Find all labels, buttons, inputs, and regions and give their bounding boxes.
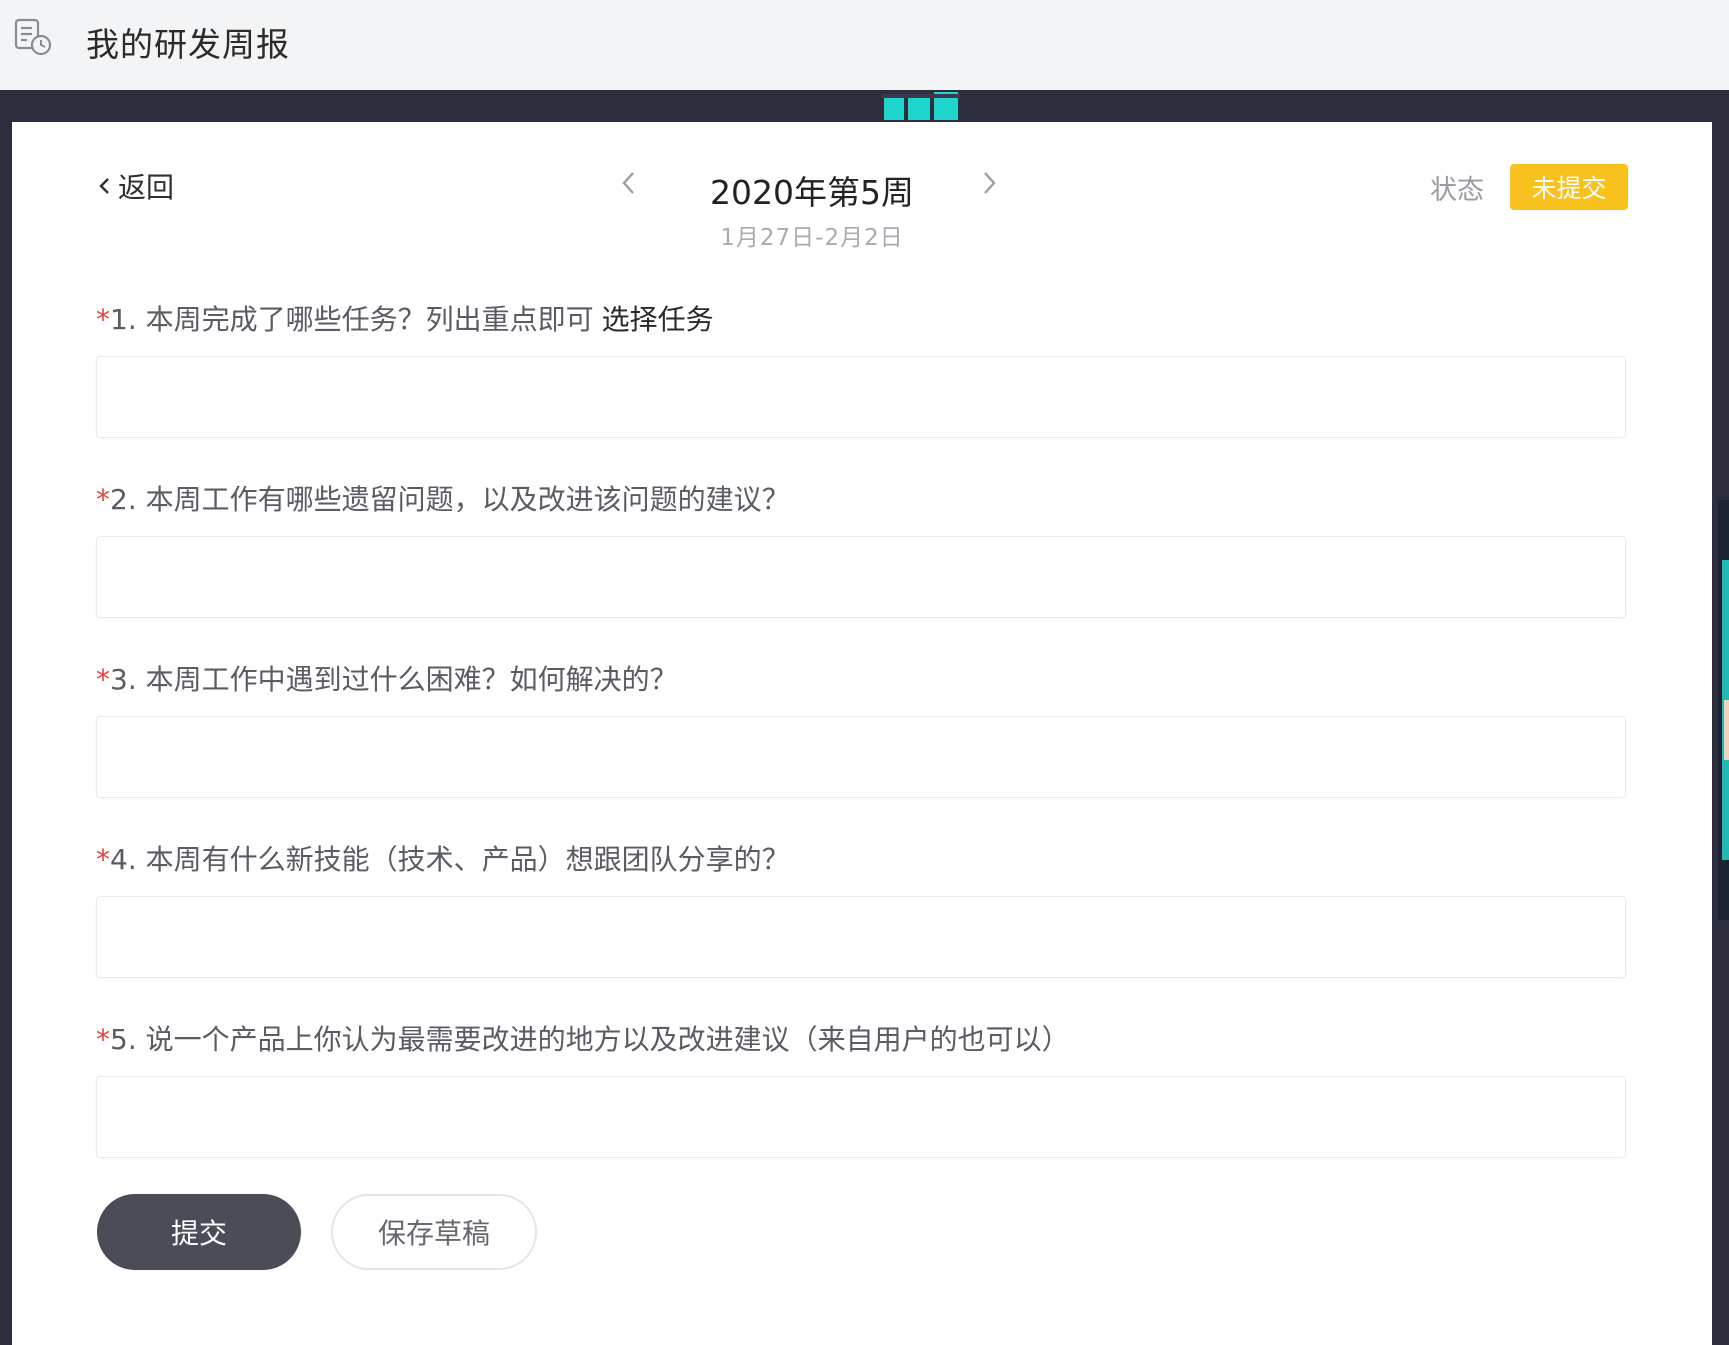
week-date-range: 1月27日-2月2日 (720, 225, 904, 251)
required-mark: * (96, 1023, 110, 1056)
question-text: 2. 本周工作有哪些遗留问题，以及改进该问题的建议？ (110, 483, 790, 516)
submit-button[interactable]: 提交 (97, 1194, 301, 1270)
save-draft-button[interactable]: 保存草稿 (331, 1194, 537, 1270)
question-5-label: *5. 说一个产品上你认为最需要改进的地方以及改进建议（来自用户的也可以） (96, 1018, 1070, 1058)
required-mark: * (96, 663, 110, 696)
decorative-blocks (882, 92, 960, 120)
question-3-input[interactable] (96, 716, 1626, 798)
chevron-left-icon (99, 178, 109, 194)
question-2-input[interactable] (96, 536, 1626, 618)
question-1-input[interactable] (96, 356, 1626, 438)
question-4-input[interactable] (96, 896, 1626, 978)
required-mark: * (96, 483, 110, 516)
weekly-report-card: 返回 2020年第5周 1月27日-2月2日 状态 未提交 *1. 本周完成了哪… (12, 122, 1712, 1345)
week-title: 2020年第5周 (710, 173, 914, 212)
question-1-label: *1. 本周完成了哪些任务？列出重点即可 选择任务 (96, 298, 714, 338)
question-text: 1. 本周完成了哪些任务？列出重点即可 (110, 303, 594, 336)
back-button[interactable]: 返回 (96, 166, 174, 206)
prev-week-chevron-icon[interactable] (618, 168, 640, 198)
status-label: 状态 (1430, 175, 1484, 206)
next-week-chevron-icon[interactable] (978, 168, 1000, 198)
question-text: 4. 本周有什么新技能（技术、产品）想跟团队分享的？ (110, 843, 790, 876)
status-badge: 未提交 (1510, 164, 1628, 210)
select-task-link[interactable]: 选择任务 (602, 303, 714, 336)
required-mark: * (96, 843, 110, 876)
question-3-label: *3. 本周工作中遇到过什么困难？如何解决的？ (96, 658, 678, 698)
back-label: 返回 (118, 171, 175, 204)
app-title: 我的研发周报 (86, 25, 290, 64)
question-text: 5. 说一个产品上你认为最需要改进的地方以及改进建议（来自用户的也可以） (110, 1023, 1070, 1056)
report-clock-icon (14, 18, 52, 56)
question-5-input[interactable] (96, 1076, 1626, 1158)
question-2-label: *2. 本周工作有哪些遗留问题，以及改进该问题的建议？ (96, 478, 790, 518)
question-4-label: *4. 本周有什么新技能（技术、产品）想跟团队分享的？ (96, 838, 790, 878)
app-header: 我的研发周报 (0, 0, 1729, 90)
required-mark: * (96, 303, 110, 336)
decorative-side-art (1718, 500, 1729, 920)
question-text: 3. 本周工作中遇到过什么困难？如何解决的？ (110, 663, 678, 696)
